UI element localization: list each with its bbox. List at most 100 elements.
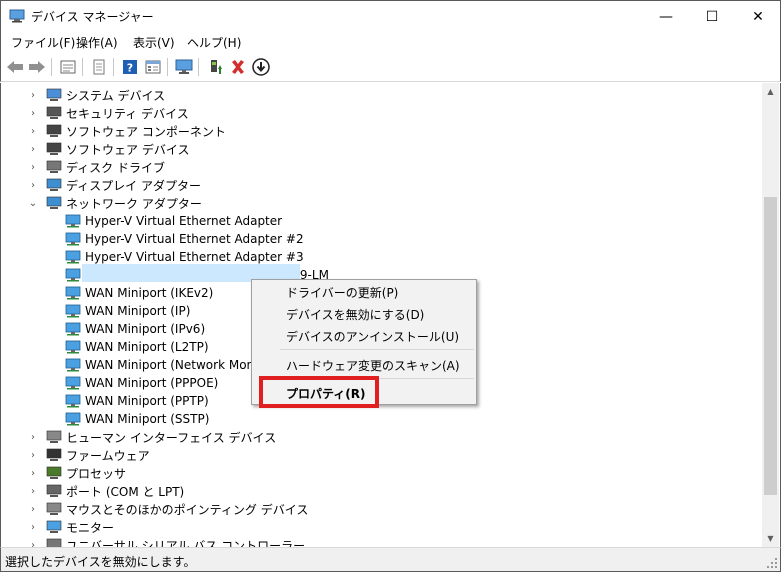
menu-separator (280, 349, 474, 350)
status-bar: 選択したデバイスを無効にします。 (0, 547, 781, 572)
back-icon[interactable] (5, 57, 25, 77)
tree-category[interactable]: › ポート (COM と LPT) (1, 482, 761, 500)
network-adapter-label: WAN Miniport (PPTP) (85, 394, 209, 408)
resize-grip-icon[interactable] (766, 557, 778, 569)
scroll-down-arrow-icon[interactable]: ▼ (762, 530, 779, 547)
menu-item-uninstall-device[interactable]: デバイスのアンインストール(U) (286, 328, 459, 345)
status-text: 選択したデバイスを無効にします。 (5, 555, 196, 569)
network-adapter-label: WAN Miniport (IP) (85, 304, 191, 318)
tree-category[interactable]: › ヒューマン インターフェイス デバイス (1, 428, 761, 446)
network-adapter-icon (65, 412, 81, 426)
toolbar-separator (51, 58, 52, 76)
network-adapter-item[interactable]: Hyper-V Virtual Ethernet Adapter (1, 212, 761, 230)
network-adapter-label: WAN Miniport (SSTP) (85, 412, 210, 426)
menu-item-scan-hardware[interactable]: ハードウェア変更のスキャン(A) (286, 357, 460, 374)
expand-chevron-icon[interactable]: › (27, 126, 39, 137)
svg-text:?: ? (127, 62, 133, 75)
tree-category[interactable]: › セキュリティ デバイス (1, 104, 761, 122)
software-component-icon (46, 124, 62, 137)
usb-icon (46, 538, 62, 547)
disable-icon[interactable] (251, 57, 271, 77)
expand-chevron-icon[interactable]: › (27, 108, 39, 119)
tree-category-label: ファームウェア (66, 448, 150, 463)
network-adapter-icon (65, 340, 81, 354)
tree-category[interactable]: › モニター (1, 518, 761, 536)
monitor-icon (46, 520, 62, 533)
maximize-button[interactable]: ☐ (689, 1, 735, 32)
menu-item-disable-device[interactable]: デバイスを無効にする(D) (286, 306, 424, 323)
network-adapter-icon (65, 376, 81, 390)
network-adapter-icon (65, 214, 81, 228)
title-bar: デバイス マネージャー — ☐ ✕ (0, 0, 781, 31)
uninstall-icon[interactable] (228, 57, 248, 77)
forward-icon[interactable] (27, 57, 47, 77)
expand-chevron-icon[interactable]: › (27, 180, 39, 191)
tree-category[interactable]: › プロセッサ (1, 464, 761, 482)
expand-chevron-icon[interactable]: › (27, 144, 39, 155)
help-icon[interactable]: ? (120, 57, 140, 77)
close-button[interactable]: ✕ (735, 1, 781, 32)
expand-chevron-icon[interactable]: › (27, 162, 39, 173)
network-adapter-item[interactable]: WAN Miniport (SSTP) (1, 410, 761, 428)
tree-category[interactable]: › ディスク ドライブ (1, 158, 761, 176)
security-icon (46, 106, 62, 119)
network-adapter-icon (65, 358, 81, 372)
tree-category[interactable]: › マウスとそのほかのポインティング デバイス (1, 500, 761, 518)
tree-category-label: モニター (66, 520, 115, 535)
network-adapter-item[interactable]: Hyper-V Virtual Ethernet Adapter #2 (1, 230, 761, 248)
print-icon[interactable] (89, 57, 109, 77)
tree-category[interactable]: › システム デバイス (1, 86, 761, 104)
tree-category[interactable]: › ディスプレイ アダプター (1, 176, 761, 194)
menu-view[interactable]: 表示(V) (133, 34, 175, 51)
network-adapter-label: Hyper-V Virtual Ethernet Adapter #3 (85, 250, 304, 264)
monitor-icon[interactable] (174, 57, 194, 77)
scroll-up-arrow-icon[interactable]: ▲ (762, 83, 779, 100)
tree-category-label: ユニバーサル シリアル バス コントローラー (66, 538, 306, 548)
tree-category[interactable]: ⌄ ネットワーク アダプター (1, 194, 761, 212)
toolbar-separator (167, 58, 168, 76)
menu-item-update-driver[interactable]: ドライバーの更新(P) (286, 284, 398, 301)
menu-file[interactable]: ファイル(F) (11, 34, 75, 51)
expand-chevron-icon[interactable]: › (27, 522, 39, 533)
network-adapter-label: Hyper-V Virtual Ethernet Adapter #2 (85, 232, 304, 246)
scroll-thumb[interactable] (764, 197, 777, 495)
tree-category-label: ディスク ドライブ (66, 160, 165, 175)
details-icon[interactable] (143, 57, 163, 77)
tree-category[interactable]: › ソフトウェア デバイス (1, 140, 761, 158)
disk-icon (46, 160, 62, 173)
network-adapter-label: WAN Miniport (IKEv2) (85, 286, 214, 300)
toolbar-separator (198, 58, 199, 76)
network-adapter-icon (65, 322, 81, 336)
expand-chevron-icon[interactable]: › (27, 468, 39, 479)
toolbar-separator (82, 58, 83, 76)
expand-chevron-icon[interactable]: › (27, 450, 39, 461)
vertical-scrollbar[interactable]: ▲ ▼ (762, 83, 779, 547)
network-adapter-icon (65, 232, 81, 246)
expand-chevron-icon[interactable]: › (27, 504, 39, 515)
tree-category-label: システム デバイス (66, 88, 166, 103)
expand-chevron-icon[interactable]: › (27, 90, 39, 101)
network-adapter-icon (65, 268, 81, 282)
tree-category[interactable]: › ソフトウェア コンポーネント (1, 122, 761, 140)
tree-category-label: ソフトウェア デバイス (66, 142, 190, 157)
tree-category[interactable]: › ファームウェア (1, 446, 761, 464)
network-adapter-label: WAN Miniport (IPv6) (85, 322, 206, 336)
menu-action[interactable]: 操作(A) (76, 34, 118, 51)
system-icon (46, 88, 62, 101)
update-driver-icon[interactable] (205, 57, 225, 77)
window-title: デバイス マネージャー (31, 10, 154, 24)
tree-category-label: セキュリティ デバイス (66, 106, 189, 121)
expand-chevron-icon[interactable]: › (27, 486, 39, 497)
expand-chevron-icon[interactable]: › (27, 432, 39, 443)
properties-icon[interactable] (58, 57, 78, 77)
tree-category[interactable]: › ユニバーサル シリアル バス コントローラー (1, 536, 761, 547)
menu-bar: ファイル(F) 操作(A) 表示(V) ヘルプ(H) (0, 31, 781, 52)
network-adapter-icon (65, 394, 81, 408)
minimize-button[interactable]: — (643, 1, 689, 32)
collapse-chevron-icon[interactable]: ⌄ (27, 198, 39, 209)
device-manager-icon (9, 9, 25, 23)
menu-help[interactable]: ヘルプ(H) (187, 34, 241, 51)
port-icon (46, 484, 62, 497)
expand-chevron-icon[interactable]: › (27, 540, 39, 548)
annotation-highlight-box (259, 376, 379, 408)
